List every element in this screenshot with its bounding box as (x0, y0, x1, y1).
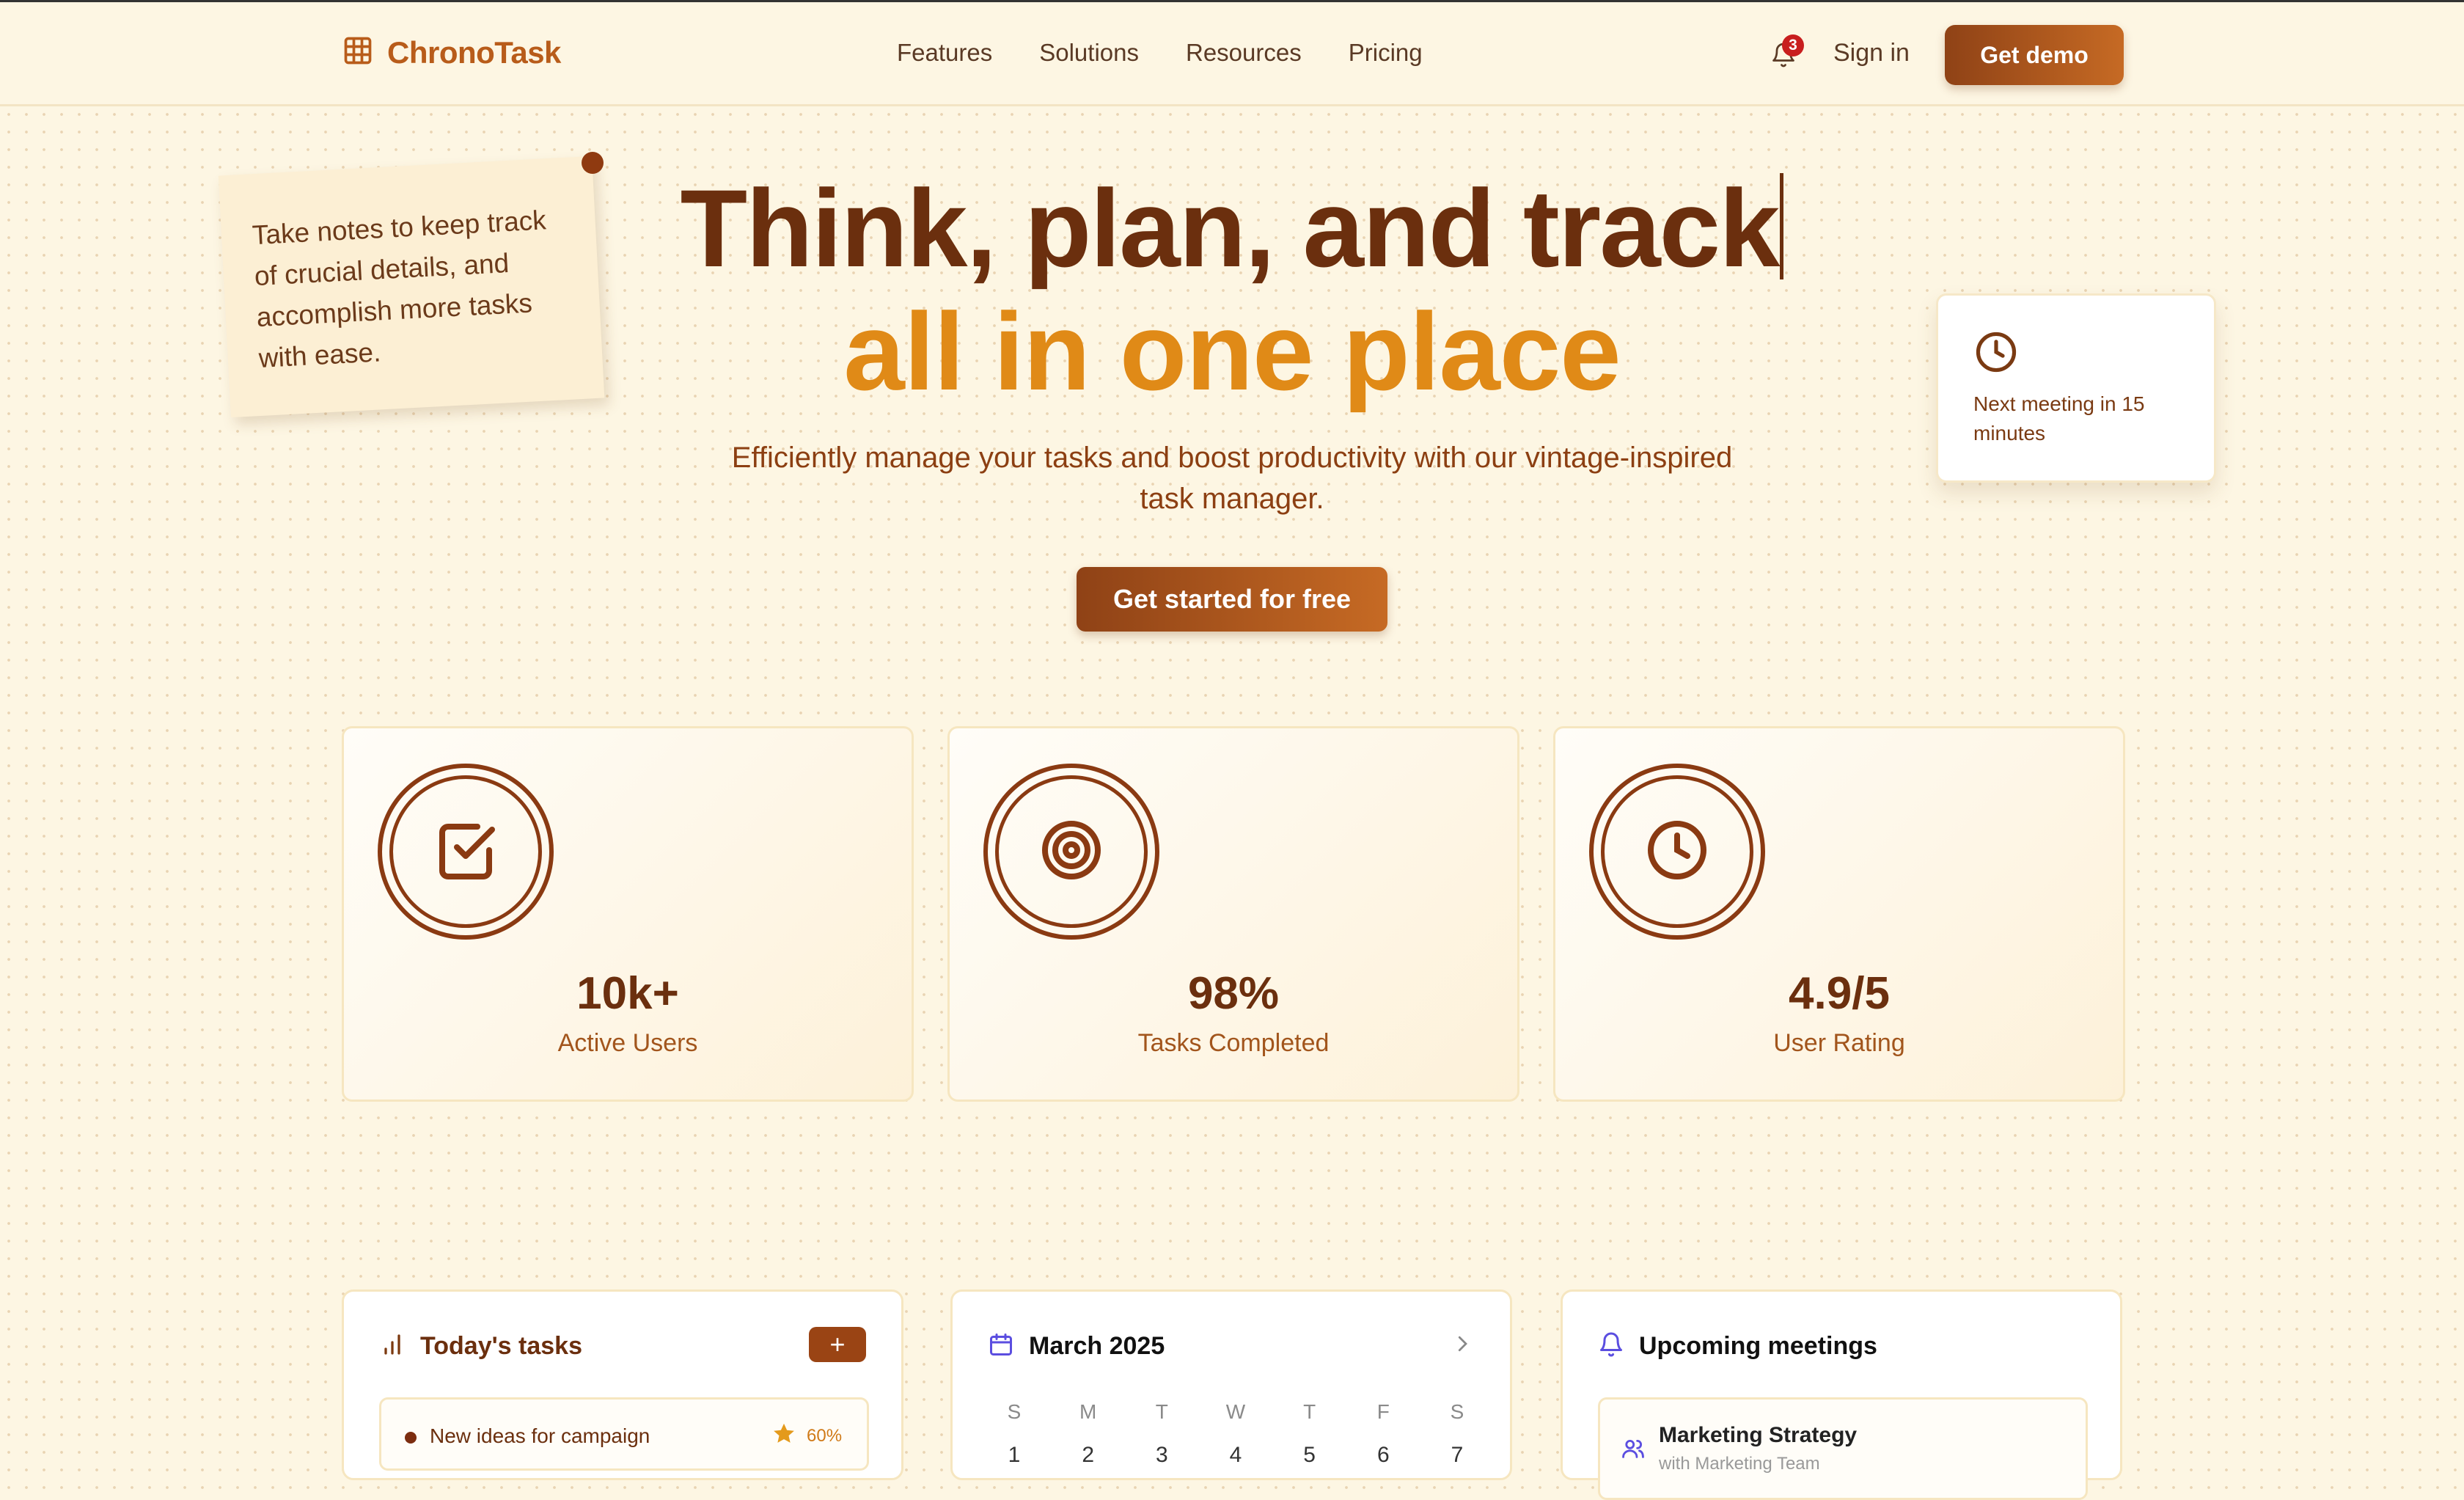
stat-value: 10k+ (576, 968, 679, 1019)
weekday-label: W (1225, 1400, 1246, 1423)
add-task-button[interactable]: + (809, 1327, 866, 1362)
get-demo-button[interactable]: Get demo (1945, 25, 2124, 85)
nav-link-pricing[interactable]: Pricing (1349, 39, 1423, 67)
check-square-icon (430, 815, 501, 889)
task-name: New ideas for campaign (430, 1424, 650, 1447)
panel-header: March 2025 (988, 1331, 1165, 1361)
stat-value: 98% (1187, 968, 1280, 1019)
hero-subtitle: Efficiently manage your tasks and boost … (731, 442, 1733, 515)
nav-link-solutions[interactable]: Solutions (1039, 39, 1139, 67)
next-meeting-text: Next meeting in 15 minutes (1973, 392, 2145, 444)
calendar-icon (988, 1331, 1014, 1361)
weekday-label: S (1450, 1400, 1464, 1423)
stat-label: Active Users (557, 1029, 698, 1057)
nav-links: Features Solutions Resources Pricing (897, 39, 1423, 67)
meeting-subtitle: with Marketing Team (1659, 1454, 1820, 1474)
text-caret (1780, 173, 1784, 279)
stat-label: Tasks Completed (1137, 1029, 1330, 1057)
hero-title-text: Think, plan, and track (680, 167, 1781, 290)
stat-ring (378, 764, 554, 940)
star-icon (771, 1422, 796, 1446)
get-started-button[interactable]: Get started for free (1077, 567, 1387, 632)
calendar-panel: March 2025 S M T W T F S 1 2 3 4 5 6 7 (950, 1289, 1512, 1480)
weekday-label: M (1079, 1400, 1097, 1423)
weekday-label: T (1303, 1400, 1316, 1423)
clock-icon (1642, 815, 1712, 889)
todays-tasks-panel: Today's tasks + New ideas for campaign 6… (342, 1289, 903, 1480)
stat-card-rating: 4.9/5 User Rating (1553, 726, 2125, 1102)
grid-icon (342, 34, 374, 70)
top-navbar: ChronoTask Features Solutions Resources … (0, 2, 2464, 106)
weekday-label: S (1007, 1400, 1022, 1423)
bar-chart-icon (379, 1331, 406, 1361)
chevron-right-icon[interactable] (1451, 1333, 1473, 1355)
panel-title: Today's tasks (420, 1332, 582, 1360)
stat-label: User Rating (1773, 1029, 1905, 1057)
panel-header: Today's tasks (379, 1331, 582, 1361)
weekday-label: T (1155, 1400, 1168, 1423)
meeting-title: Marketing Strategy (1659, 1423, 1858, 1447)
brand-logo[interactable]: ChronoTask (342, 34, 561, 70)
nav-link-features[interactable]: Features (897, 39, 992, 67)
nav-link-resources[interactable]: Resources (1186, 39, 1302, 67)
stat-card-tasks: 98% Tasks Completed (947, 726, 1519, 1102)
hero-title-line1: Think, plan, and track (0, 166, 2464, 290)
calendar-month: March 2025 (1029, 1332, 1165, 1360)
panel-header: Upcoming meetings (1598, 1331, 1877, 1361)
meeting-item[interactable]: Marketing Strategy with Marketing Team (1598, 1397, 2088, 1500)
stat-ring (983, 764, 1159, 940)
task-item[interactable]: New ideas for campaign 60% (379, 1397, 869, 1471)
target-icon (1036, 815, 1107, 889)
upcoming-meetings-panel: Upcoming meetings Marketing Strategy wit… (1561, 1289, 2122, 1500)
stat-value: 4.9/5 (1789, 968, 1890, 1019)
brand-name: ChronoTask (387, 34, 561, 70)
weekday-label: F (1376, 1400, 1390, 1423)
sign-in-link[interactable]: Sign in (1833, 39, 1910, 67)
stat-ring (1589, 764, 1765, 940)
bell-icon (1598, 1331, 1624, 1361)
task-bullet (405, 1432, 417, 1444)
panel-title: Upcoming meetings (1639, 1332, 1877, 1360)
calendar-weekdays: S M T W T F S (988, 1400, 1484, 1424)
notification-badge: 3 (1782, 34, 1804, 56)
next-meeting-card: Next meeting in 15 minutes (1936, 293, 2216, 483)
task-progress: 60% (807, 1426, 843, 1446)
stat-card-users: 10k+ Active Users (342, 726, 914, 1102)
